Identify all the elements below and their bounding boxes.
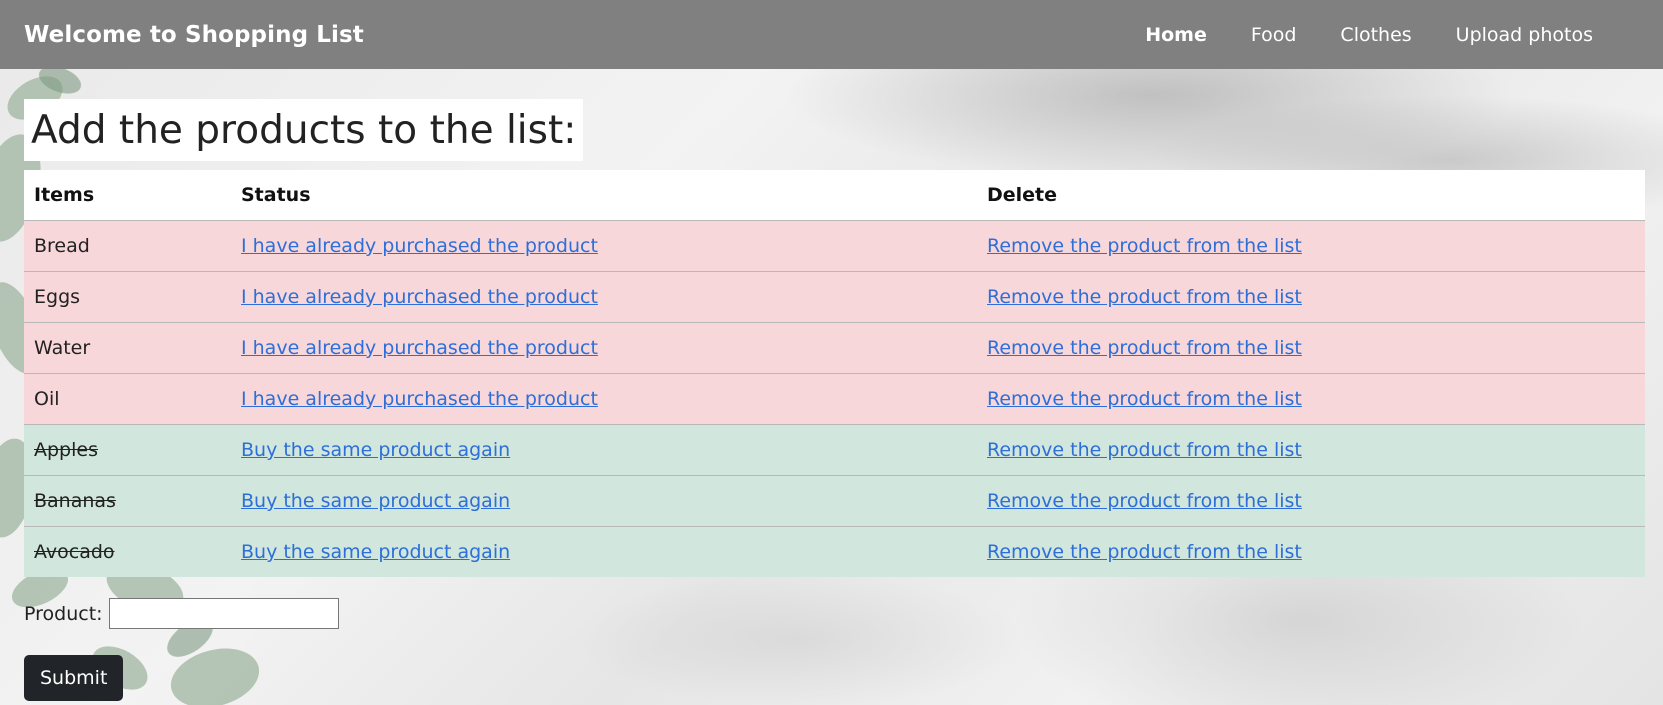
- table-row: Avocado Buy the same product again Remov…: [24, 526, 1645, 577]
- item-name: Bananas: [24, 475, 231, 527]
- status-cell: I have already purchased the product: [231, 373, 977, 425]
- delete-cell: Remove the product from the list: [977, 526, 1645, 577]
- delete-cell: Remove the product from the list: [977, 271, 1645, 323]
- delete-cell: Remove the product from the list: [977, 322, 1645, 374]
- remove-product-link[interactable]: Remove the product from the list: [987, 541, 1302, 563]
- product-form-row: Product:: [24, 598, 339, 629]
- product-label: Product:: [24, 602, 103, 625]
- header-delete: Delete: [977, 170, 1645, 221]
- remove-product-link[interactable]: Remove the product from the list: [987, 490, 1302, 512]
- item-name: Apples: [24, 424, 231, 476]
- submit-button[interactable]: Submit: [24, 655, 124, 701]
- table-header-row: Items Status Delete: [24, 170, 1645, 221]
- table-row: Bread I have already purchased the produ…: [24, 220, 1645, 272]
- item-name: Eggs: [24, 271, 231, 323]
- table-row: Bananas Buy the same product again Remov…: [24, 475, 1645, 527]
- mark-purchased-link[interactable]: I have already purchased the product: [241, 388, 598, 410]
- page-title: Add the products to the list:: [31, 107, 577, 153]
- table-row: Oil I have already purchased the product…: [24, 373, 1645, 425]
- remove-product-link[interactable]: Remove the product from the list: [987, 337, 1302, 359]
- header-items: Items: [24, 170, 231, 221]
- table-row: Eggs I have already purchased the produc…: [24, 271, 1645, 323]
- nav-upload-photos[interactable]: Upload photos: [1434, 24, 1615, 46]
- item-name: Bread: [24, 220, 231, 272]
- page-heading-box: Add the products to the list:: [24, 99, 584, 161]
- status-cell: Buy the same product again: [231, 475, 977, 527]
- table-row: Water I have already purchased the produ…: [24, 322, 1645, 374]
- remove-product-link[interactable]: Remove the product from the list: [987, 286, 1302, 308]
- brand-title[interactable]: Welcome to Shopping List: [24, 22, 364, 48]
- mark-purchased-link[interactable]: I have already purchased the product: [241, 337, 598, 359]
- shopping-list-table: Items Status Delete Bread I have already…: [24, 170, 1645, 577]
- delete-cell: Remove the product from the list: [977, 373, 1645, 425]
- header-status: Status: [231, 170, 977, 221]
- delete-cell: Remove the product from the list: [977, 475, 1645, 527]
- table-row: Apples Buy the same product again Remove…: [24, 424, 1645, 476]
- delete-cell: Remove the product from the list: [977, 220, 1645, 272]
- item-name: Oil: [24, 373, 231, 425]
- status-cell: Buy the same product again: [231, 526, 977, 577]
- remove-product-link[interactable]: Remove the product from the list: [987, 439, 1302, 461]
- nav-food[interactable]: Food: [1229, 24, 1319, 46]
- delete-cell: Remove the product from the list: [977, 424, 1645, 476]
- item-name: Water: [24, 322, 231, 374]
- status-cell: I have already purchased the product: [231, 271, 977, 323]
- nav-home[interactable]: Home: [1123, 24, 1229, 46]
- nav-clothes[interactable]: Clothes: [1318, 24, 1433, 46]
- buy-again-link[interactable]: Buy the same product again: [241, 439, 510, 461]
- buy-again-link[interactable]: Buy the same product again: [241, 490, 510, 512]
- item-name: Avocado: [24, 526, 231, 577]
- product-input[interactable]: [108, 598, 339, 629]
- mark-purchased-link[interactable]: I have already purchased the product: [241, 286, 598, 308]
- top-navbar: Welcome to Shopping List Home Food Cloth…: [0, 0, 1663, 69]
- remove-product-link[interactable]: Remove the product from the list: [987, 388, 1302, 410]
- status-cell: Buy the same product again: [231, 424, 977, 476]
- nav-links: Home Food Clothes Upload photos: [1123, 24, 1615, 46]
- mark-purchased-link[interactable]: I have already purchased the product: [241, 235, 598, 257]
- remove-product-link[interactable]: Remove the product from the list: [987, 235, 1302, 257]
- status-cell: I have already purchased the product: [231, 220, 977, 272]
- buy-again-link[interactable]: Buy the same product again: [241, 541, 510, 563]
- status-cell: I have already purchased the product: [231, 322, 977, 374]
